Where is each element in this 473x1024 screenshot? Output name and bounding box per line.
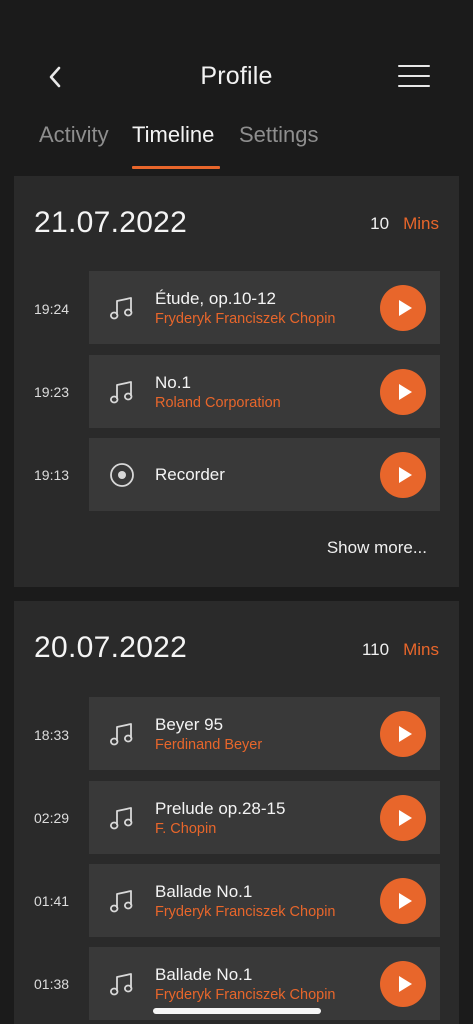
minutes-value: 10 [370, 214, 390, 233]
entry-title: Recorder [155, 465, 225, 484]
play-button[interactable] [380, 961, 426, 1007]
entry-time: 19:24 [34, 301, 70, 317]
play-button[interactable] [380, 285, 426, 331]
entry-time: 01:38 [34, 976, 70, 992]
day-minutes: 110 Mins [362, 640, 439, 660]
show-more-link[interactable]: Show more... [327, 538, 427, 558]
tab-bar: Activity Timeline Settings [0, 122, 473, 170]
entry-subtitle: Fryderyk Franciszek Chopin [155, 904, 336, 920]
entry-subtitle: Ferdinand Beyer [155, 737, 263, 753]
entry-title: Étude, op.10-12 [155, 289, 276, 308]
top-bar: Profile Activity Timeline Settings [0, 0, 473, 170]
timeline-entry[interactable]: No.1 Roland Corporation [89, 355, 440, 428]
day-card: 20.07.2022 110 Mins 18:33 Beyer 95 Ferdi… [14, 601, 459, 1024]
entry-time: 01:41 [34, 893, 70, 909]
timeline-entry[interactable]: Beyer 95 Ferdinand Beyer [89, 697, 440, 770]
music-note-icon [109, 890, 133, 913]
timeline-entry[interactable]: Étude, op.10-12 Fryderyk Franciszek Chop… [89, 271, 440, 344]
timeline-entry[interactable]: Prelude op.28-15 F. Chopin [89, 781, 440, 854]
entry-subtitle: F. Chopin [155, 821, 217, 837]
timeline-entry[interactable]: Recorder [89, 438, 440, 511]
play-button[interactable] [380, 711, 426, 757]
day-card: 21.07.2022 10 Mins 19:24 Étude, op.10-12… [14, 176, 459, 587]
home-indicator [153, 1008, 321, 1014]
record-icon [110, 463, 134, 487]
music-note-icon [109, 723, 133, 746]
day-date: 20.07.2022 [34, 631, 188, 664]
minutes-unit: Mins [403, 640, 439, 659]
tab-activity[interactable]: Activity [39, 122, 109, 148]
minutes-unit: Mins [403, 214, 439, 233]
music-note-icon [109, 807, 133, 830]
play-button[interactable] [380, 452, 426, 498]
entry-title: No.1 [155, 373, 191, 392]
entry-time: 19:13 [34, 467, 70, 483]
play-button[interactable] [380, 795, 426, 841]
day-date: 21.07.2022 [34, 206, 188, 239]
tab-timeline[interactable]: Timeline [132, 122, 214, 148]
music-note-icon [109, 297, 133, 320]
entry-subtitle: Roland Corporation [155, 395, 281, 411]
entry-time: 19:23 [34, 384, 70, 400]
play-button[interactable] [380, 878, 426, 924]
hamburger-icon [398, 65, 430, 67]
entry-title: Ballade No.1 [155, 965, 253, 984]
menu-button[interactable] [396, 62, 432, 92]
music-note-icon [109, 973, 133, 996]
active-tab-indicator [132, 166, 220, 169]
entry-title: Beyer 95 [155, 715, 224, 734]
entry-title: Prelude op.28-15 [155, 799, 286, 818]
play-button[interactable] [380, 369, 426, 415]
entry-time: 02:29 [34, 810, 70, 826]
music-note-icon [109, 381, 133, 404]
minutes-value: 110 [361, 640, 390, 659]
tab-settings[interactable]: Settings [239, 122, 319, 148]
day-minutes: 10 Mins [370, 214, 439, 234]
entry-subtitle: Fryderyk Franciszek Chopin [155, 987, 336, 1003]
entry-title: Ballade No.1 [155, 882, 253, 901]
entry-time: 18:33 [34, 727, 70, 743]
entry-subtitle: Fryderyk Franciszek Chopin [155, 311, 336, 327]
timeline-entry[interactable]: Ballade No.1 Fryderyk Franciszek Chopin [89, 864, 440, 937]
